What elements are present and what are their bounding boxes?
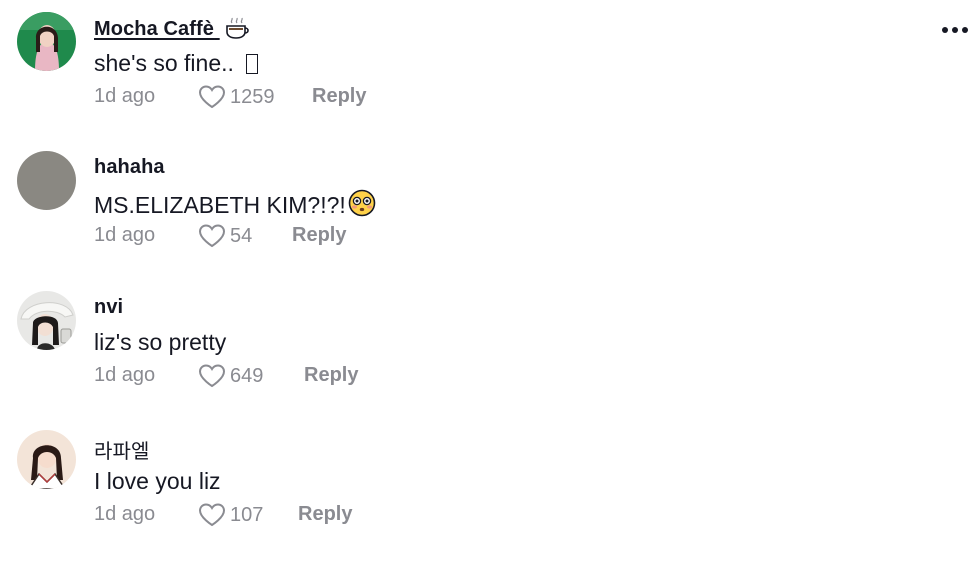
comment-item: 라파엘 I love you liz 1d ago 107 Reply bbox=[0, 418, 972, 548]
comment-item: nvi liz's so pretty 1d ago 649 Reply bbox=[0, 279, 972, 409]
username[interactable]: 라파엘 bbox=[94, 435, 150, 464]
avatar[interactable] bbox=[17, 430, 76, 489]
reply-button[interactable]: Reply bbox=[312, 85, 366, 108]
timestamp: 1d ago bbox=[94, 85, 156, 107]
like-count: 54 bbox=[230, 224, 253, 247]
comment-text: I love you liz bbox=[94, 468, 221, 494]
heart-icon bbox=[198, 224, 226, 248]
like-button[interactable]: 54 bbox=[198, 224, 252, 248]
comment-text: MS.ELIZABETH KIM?!?! bbox=[94, 189, 376, 223]
reply-button[interactable]: Reply bbox=[304, 364, 358, 387]
reply-button[interactable]: Reply bbox=[298, 503, 352, 526]
username[interactable]: hahaha bbox=[94, 156, 165, 179]
comment-text: she's so fine.. bbox=[94, 50, 259, 77]
username[interactable]: Mocha Caffè bbox=[94, 17, 250, 45]
username-text: Mocha Caffè bbox=[94, 18, 215, 40]
reply-button[interactable]: Reply bbox=[292, 224, 346, 247]
timestamp: 1d ago bbox=[94, 364, 156, 386]
comment-item: Mocha Caffè she's so fine.. 1d ago 1259 … bbox=[0, 0, 972, 130]
avatar[interactable] bbox=[17, 151, 76, 210]
missing-glyph-box bbox=[246, 54, 259, 74]
heart-icon bbox=[198, 364, 226, 388]
avatar[interactable] bbox=[17, 12, 76, 71]
heart-icon bbox=[198, 503, 226, 527]
like-button[interactable]: 107 bbox=[198, 503, 263, 527]
like-count: 1259 bbox=[230, 85, 275, 108]
heart-icon bbox=[198, 85, 226, 109]
coffee-cup-icon bbox=[224, 17, 250, 45]
like-count: 107 bbox=[230, 503, 264, 526]
comment-item: hahaha MS.ELIZABETH KIM?!?! 1d ago 54 Re… bbox=[0, 139, 972, 269]
username[interactable]: nvi bbox=[94, 296, 123, 319]
timestamp: 1d ago bbox=[94, 224, 156, 246]
comment-text: liz's so pretty bbox=[94, 329, 227, 355]
like-button[interactable]: 649 bbox=[198, 364, 263, 388]
like-button[interactable]: 1259 bbox=[198, 85, 275, 109]
avatar[interactable] bbox=[17, 291, 76, 350]
timestamp: 1d ago bbox=[94, 503, 156, 525]
flushed-face-icon bbox=[348, 189, 376, 223]
like-count: 649 bbox=[230, 364, 264, 387]
